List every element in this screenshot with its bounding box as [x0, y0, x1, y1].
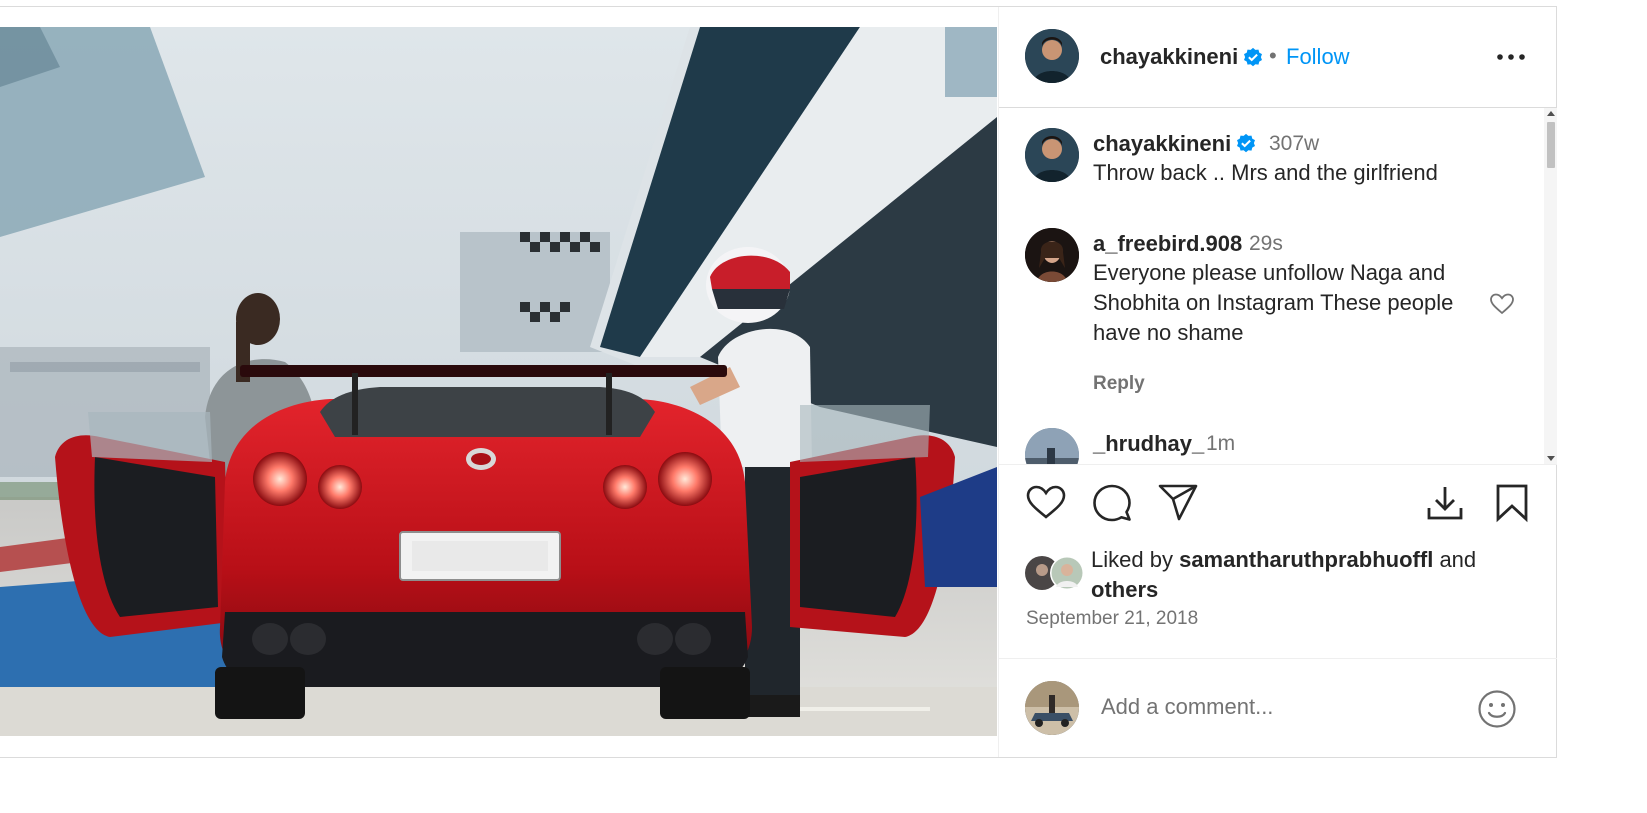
- liked-by-avatars[interactable]: [1025, 555, 1085, 591]
- scroll-up-arrow-icon[interactable]: [1547, 111, 1555, 116]
- caption-time[interactable]: 307w: [1269, 132, 1319, 156]
- caption-text: Throw back .. Mrs and the girlfriend: [1093, 160, 1438, 185]
- add-comment-row: [999, 659, 1557, 757]
- verified-badge-icon: [1235, 133, 1257, 155]
- comment-time[interactable]: 1m: [1206, 432, 1235, 456]
- liked-by-user[interactable]: samantharuthprabhuoffl: [1179, 547, 1433, 572]
- more-options-icon[interactable]: [1495, 47, 1527, 67]
- heart-icon[interactable]: [1025, 482, 1067, 524]
- comment-text-line: Everyone please unfollow Naga and: [1093, 260, 1446, 285]
- comment-icon[interactable]: [1091, 482, 1133, 524]
- bookmark-icon[interactable]: [1491, 482, 1533, 524]
- post-image: [0, 27, 997, 736]
- liked-by-prefix: Liked by: [1091, 547, 1173, 572]
- caption-username[interactable]: chayakkineni: [1093, 131, 1231, 157]
- post-side-panel: chayakkineni • Follow chayakkineni 307w …: [998, 7, 1557, 757]
- verified-badge-icon: [1242, 47, 1264, 69]
- author-avatar[interactable]: [1025, 29, 1079, 83]
- post-date[interactable]: September 21, 2018: [1026, 608, 1198, 630]
- comment-time[interactable]: 29s: [1249, 232, 1283, 256]
- liked-by-conjunction: and: [1439, 547, 1477, 572]
- comment-like-icon[interactable]: [1489, 292, 1515, 316]
- comment-text-line: Shobhita on Instagram These people: [1093, 290, 1454, 315]
- post-container: chayakkineni • Follow chayakkineni 307w …: [0, 6, 1557, 758]
- commenter-username[interactable]: a_freebird.908: [1093, 231, 1242, 257]
- action-bar: [999, 482, 1557, 532]
- liked-by-others[interactable]: others: [1091, 577, 1158, 602]
- liked-by-text: Liked by samantharuthprabhuoffl and othe…: [1091, 545, 1511, 605]
- follow-button[interactable]: Follow: [1286, 44, 1350, 70]
- post-header: chayakkineni • Follow: [999, 7, 1557, 108]
- current-user-avatar: [1025, 681, 1079, 735]
- author-username[interactable]: chayakkineni: [1100, 44, 1238, 70]
- reply-button[interactable]: Reply: [1093, 373, 1145, 395]
- share-icon[interactable]: [1157, 482, 1199, 524]
- caption-avatar[interactable]: [1025, 128, 1079, 182]
- scroll-down-arrow-icon[interactable]: [1547, 456, 1555, 461]
- comments-scrollbar[interactable]: [1544, 108, 1557, 464]
- divider: [999, 464, 1557, 465]
- commenter-username[interactable]: _hrudhay_: [1093, 431, 1204, 457]
- scroll-thumb[interactable]: [1547, 122, 1555, 168]
- commenter-avatar[interactable]: [1025, 428, 1079, 464]
- post-photo[interactable]: [0, 27, 997, 736]
- comment-text-line: have no shame: [1093, 320, 1244, 345]
- comments-list[interactable]: chayakkineni 307w Throw back .. Mrs and …: [999, 108, 1557, 464]
- commenter-avatar[interactable]: [1025, 228, 1079, 282]
- header-separator: •: [1269, 43, 1277, 68]
- emoji-icon[interactable]: [1477, 689, 1517, 729]
- download-icon[interactable]: [1424, 482, 1466, 524]
- add-comment-input[interactable]: [1101, 689, 1441, 725]
